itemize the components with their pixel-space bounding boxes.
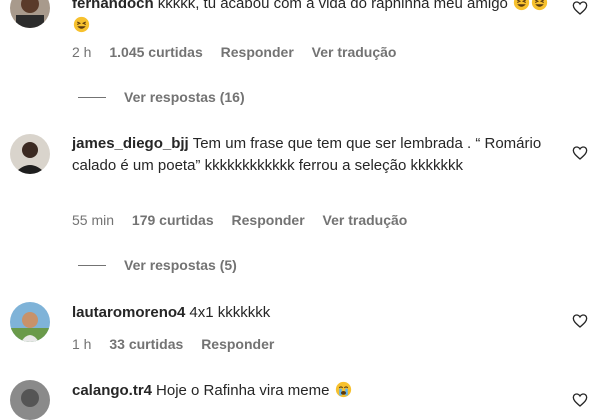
likes-count[interactable]: 1.045 curtidas <box>109 44 202 60</box>
comment-meta: 55 min 179 curtidas Responder Ver traduç… <box>72 212 421 228</box>
translate-button[interactable]: Ver tradução <box>312 44 397 60</box>
comment-text: james_diego_bjj Tem um frase que tem que … <box>72 133 554 177</box>
reply-button[interactable]: Responder <box>201 336 274 352</box>
comment-meta: 2 h 1.045 curtidas Responder Ver traduçã… <box>72 44 410 60</box>
heart-outline-icon[interactable] <box>572 392 588 408</box>
comment-time: 1 h <box>72 336 92 352</box>
comment-time: 2 h <box>72 44 92 60</box>
grinning-squint-face-icon <box>531 0 548 11</box>
heart-outline-icon[interactable] <box>572 313 588 329</box>
comment-body: Hoje o Rafinha vira meme <box>156 382 330 399</box>
likes-count[interactable]: 179 curtidas <box>132 212 214 228</box>
avatar[interactable] <box>10 380 50 420</box>
comment-text: calango.tr4 Hoje o Rafinha vira meme <box>72 380 554 402</box>
comment-meta: 1 h 33 curtidas Responder <box>72 336 288 352</box>
avatar[interactable] <box>10 302 50 342</box>
view-replies-label[interactable]: Ver respostas (5) <box>124 257 237 273</box>
view-replies-label[interactable]: Ver respostas (16) <box>124 89 245 105</box>
comment-username[interactable]: calango.tr4 <box>72 382 152 399</box>
translate-button[interactable]: Ver tradução <box>323 212 408 228</box>
comment-username[interactable]: lautaromoreno4 <box>72 304 185 321</box>
heart-outline-icon[interactable] <box>572 0 588 16</box>
comment-body: kkkkk, tu acabou com a vida do raphinha … <box>157 0 508 12</box>
likes-count[interactable]: 33 curtidas <box>109 336 183 352</box>
loudly-crying-face-icon <box>335 381 351 398</box>
grinning-squint-face-icon <box>513 0 530 11</box>
reply-button[interactable]: Responder <box>232 212 305 228</box>
view-replies-button[interactable]: Ver respostas (5) <box>78 257 237 273</box>
comment-time: 55 min <box>72 212 115 228</box>
grinning-squint-face-icon <box>73 16 90 33</box>
heart-outline-icon[interactable] <box>572 145 588 161</box>
replies-divider <box>78 264 106 266</box>
reply-button[interactable]: Responder <box>221 44 294 60</box>
comment-body: 4x1 kkkkkkk <box>189 304 271 321</box>
comment-text: fernandoch kkkkk, tu acabou com a vida do… <box>72 0 554 37</box>
replies-divider <box>78 96 106 98</box>
avatar[interactable] <box>10 134 50 174</box>
view-replies-button[interactable]: Ver respostas (16) <box>78 89 245 105</box>
comment-username[interactable]: fernandoch <box>72 0 154 12</box>
comment-username[interactable]: james_diego_bjj <box>72 135 189 152</box>
comment-text: lautaromoreno4 4x1 kkkkkkk <box>72 302 554 324</box>
avatar[interactable] <box>10 0 50 28</box>
